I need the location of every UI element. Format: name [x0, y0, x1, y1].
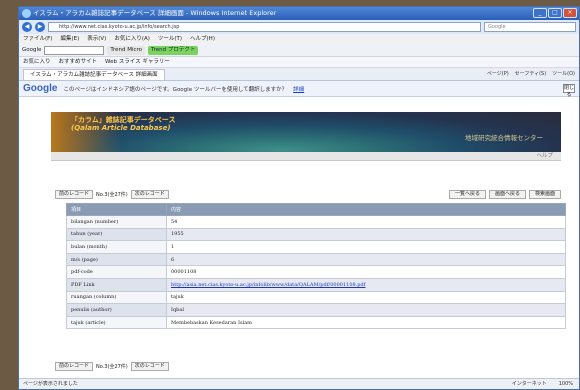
status-bar: ページが表示されました インターネット 100% [19, 378, 579, 389]
record-nav-bottom: 前のレコード No.3(全27件) 次のレコード [55, 362, 169, 371]
field-label: tajuk (article) [66, 315, 167, 330]
table-header-row: 項目 内容 [66, 203, 566, 216]
status-text: ページが表示されました [23, 381, 78, 387]
field-value: 6 [166, 252, 566, 267]
forward-button[interactable]: ▶ [35, 22, 45, 32]
field-value: 1 [166, 240, 566, 254]
banner-title-en: (Qalam Article Database) [71, 124, 171, 132]
next-record-button[interactable]: 次のレコード [130, 190, 169, 199]
next-record-button-bottom[interactable]: 次のレコード [130, 362, 169, 371]
favorites-bar: お気に入り おすすめサイト Web スライス ギャラリー [19, 57, 579, 68]
back-button[interactable]: ◀ [22, 22, 32, 32]
menu-file[interactable]: ファイル(F) [23, 34, 52, 44]
table-row: tahun (year) 1955 [66, 227, 566, 242]
field-value: Iqbal [166, 303, 566, 317]
header-field: 項目 [66, 203, 167, 216]
menu-view[interactable]: 表示(V) [87, 34, 106, 44]
maximize-button[interactable]: □ [548, 8, 562, 18]
record-nav-top: 前のレコード No.3(全27件) 次のレコード [55, 190, 169, 199]
field-value: http://asia.net.cias.kyoto-u.ac.jp/infol… [166, 277, 566, 292]
field-label: bilangan (number) [66, 215, 167, 229]
toolbar-pill-trend[interactable]: Trend Micro [107, 45, 146, 55]
menu-edit[interactable]: 編集(E) [60, 34, 79, 44]
field-value: 54 [166, 215, 566, 229]
banner-org: 地域研究統合情報センター [465, 134, 543, 142]
ie-icon [22, 9, 31, 18]
field-value: Membebaskan Kesedaran Islam [166, 315, 566, 330]
table-row: bilangan (number) 54 [66, 215, 566, 229]
toolbar-pill-protect[interactable]: Trend プロテクト [148, 45, 199, 55]
field-label: penulis (author) [66, 303, 167, 317]
table-row: ruangan (column) tajuk [66, 290, 566, 305]
menu-tools[interactable]: ツール(T) [158, 34, 182, 44]
translate-message: このページはインドネシア語のページです。Google ツールバーを使用して翻訳し… [63, 86, 288, 93]
address-bar: ◀ ▶ http://www.net.cias.kyoto-u.ac.jp/in… [19, 20, 579, 34]
action-buttons: 一覧へ戻る 画面へ戻る 検索画面 [448, 190, 561, 199]
title-bar: イスラム・アラカム雑誌記事データベース 詳細画面 - Windows Inter… [19, 7, 579, 20]
back-to-list-button[interactable]: 一覧へ戻る [448, 190, 486, 199]
google-logo: Google [23, 83, 58, 94]
table-row: penulis (author) Iqbal [66, 303, 566, 317]
url-input[interactable]: http://www.net.cias.kyoto-u.ac.jp/info/s… [48, 22, 481, 32]
table-row: tajuk (article) Membebaskan Kesedaran Isl… [66, 315, 566, 330]
prev-record-button[interactable]: 前のレコード [55, 190, 94, 199]
site-banner: 「カラム」雑誌記事データベース (Qalam Article Database)… [51, 112, 561, 152]
field-label: ruangan (column) [66, 290, 167, 305]
menu-bar: ファイル(F) 編集(E) 表示(V) お気に入り(A) ツール(T) ヘルプ(… [19, 34, 579, 44]
close-button[interactable]: × [563, 8, 577, 18]
tools-menu[interactable]: ツール(O) [552, 70, 575, 77]
search-input[interactable]: Google [484, 22, 576, 32]
field-label: PDF Link [66, 277, 167, 292]
pdf-link[interactable]: http://asia.net.cias.kyoto-u.ac.jp/infol… [171, 282, 366, 288]
prev-record-button-bottom[interactable]: 前のレコード [55, 362, 94, 371]
field-label: m/s (page) [66, 252, 167, 267]
field-label: tahun (year) [66, 227, 167, 242]
help-link[interactable]: ヘルプ [536, 152, 553, 161]
tab-bar: イスラム・アラカム雑誌記事データベース 詳細画面 ページ(P) セーフティ(S)… [19, 68, 579, 81]
window-title: イスラム・アラカム雑誌記事データベース 詳細画面 - Windows Inter… [33, 9, 277, 17]
browser-window: イスラム・アラカム雑誌記事データベース 詳細画面 - Windows Inter… [18, 6, 580, 390]
safety-menu[interactable]: セーフティ(S) [515, 70, 546, 77]
back-to-screen-button[interactable]: 画面へ戻る [488, 190, 526, 199]
google-toolbar-label: Google [22, 47, 42, 53]
google-search-input[interactable] [44, 45, 105, 55]
header-value: 内容 [166, 203, 566, 216]
field-value: tajuk [166, 290, 566, 305]
favorites-item-webslice[interactable]: Web スライス ギャラリー [105, 57, 170, 67]
field-label: pdf-code [66, 265, 167, 279]
help-strip: ヘルプ [51, 152, 561, 161]
table-row: bulan (month) 1 [66, 240, 566, 254]
table-row: m/s (page) 6 [66, 252, 566, 267]
zoom-level[interactable]: 100% [559, 379, 573, 389]
favorites-item-suggested[interactable]: おすすめサイト [59, 57, 98, 67]
search-screen-button[interactable]: 検索画面 [528, 190, 561, 199]
menu-favorites[interactable]: お気に入り(A) [114, 34, 150, 44]
page-content: 「カラム」雑誌記事データベース (Qalam Article Database)… [19, 110, 579, 378]
record-position-bottom: No.3(全27件) [96, 364, 128, 370]
table-row: pdf-code 00001108 [66, 265, 566, 279]
field-value: 00001108 [166, 265, 566, 279]
page-menu[interactable]: ページ(P) [487, 70, 509, 77]
record-position: No.3(全27件) [96, 192, 128, 198]
menu-help[interactable]: ヘルプ(H) [190, 34, 215, 44]
translate-close-button[interactable]: 閉じる [563, 84, 575, 98]
status-zone: インターネット [511, 381, 547, 387]
favorites-button[interactable]: お気に入り [23, 57, 51, 67]
table-row: PDF Link http://asia.net.cias.kyoto-u.ac.… [66, 277, 566, 292]
field-label: bulan (month) [66, 240, 167, 254]
record-table: 項目 内容 bilangan (number) 54 tahun (year) 19… [66, 203, 566, 330]
google-toolbar: Google Trend Micro Trend プロテクト [19, 44, 579, 57]
translate-bar: Google このページはインドネシア語のページです。Google ツールバーを… [19, 81, 579, 98]
minimize-button[interactable]: _ [533, 8, 547, 18]
translate-detail-link[interactable]: 詳細 [293, 85, 304, 93]
tab-current[interactable]: イスラム・アラカム雑誌記事データベース 詳細画面 [23, 69, 165, 80]
field-value: 1955 [166, 227, 566, 242]
